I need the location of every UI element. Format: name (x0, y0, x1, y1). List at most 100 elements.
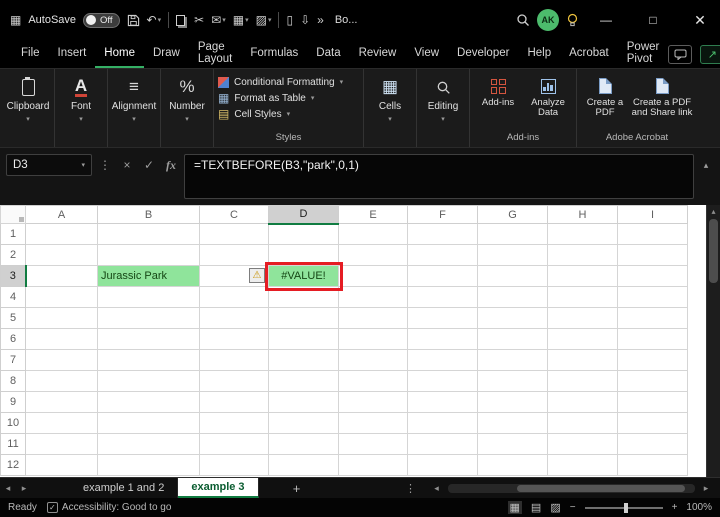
col-header-C[interactable]: C (199, 205, 269, 224)
cell-D7[interactable] (268, 349, 339, 371)
cell-F11[interactable] (407, 433, 478, 455)
cell-G6[interactable] (477, 328, 548, 350)
confirm-entry-button[interactable]: ✓ (140, 154, 158, 176)
row-header-5[interactable]: 5 (0, 307, 26, 329)
add-sheet-button[interactable]: + (285, 478, 309, 498)
cell-B4[interactable] (97, 286, 200, 308)
col-header-F[interactable]: F (407, 205, 478, 224)
cell-E6[interactable] (338, 328, 408, 350)
row-header-12[interactable]: 12 (0, 454, 26, 476)
cell-A1[interactable] (25, 223, 98, 245)
group-clipboard[interactable]: Clipboard ▾ (2, 69, 55, 147)
group-font[interactable]: A Font ▾ (55, 69, 108, 147)
tab-draw[interactable]: Draw (144, 40, 189, 68)
cell-H12[interactable] (547, 454, 618, 476)
page-layout-view-button[interactable]: ▤ (531, 501, 541, 514)
cell-I8[interactable] (617, 370, 688, 392)
overflow-chevron-icon[interactable]: » (317, 13, 324, 27)
cell-F7[interactable] (407, 349, 478, 371)
app-launcher-icon[interactable]: ▦ (10, 13, 21, 27)
add-ins-button[interactable]: Add-ins (474, 74, 522, 131)
page-break-view-button[interactable]: ▨ (550, 501, 560, 514)
cell-E2[interactable] (338, 244, 408, 266)
tab-review[interactable]: Review (350, 40, 406, 68)
cell-D1[interactable] (268, 223, 339, 245)
row-header-10[interactable]: 10 (0, 412, 26, 434)
cell-B12[interactable] (97, 454, 200, 476)
cell-B6[interactable] (97, 328, 200, 350)
cell-I1[interactable] (617, 223, 688, 245)
cell-C12[interactable] (199, 454, 269, 476)
cell-B2[interactable] (97, 244, 200, 266)
cell-I6[interactable] (617, 328, 688, 350)
cell-F6[interactable] (407, 328, 478, 350)
accessibility-status[interactable]: ✓ Accessibility: Good to go (46, 502, 171, 513)
comments-button[interactable] (668, 44, 693, 64)
col-header-B[interactable]: B (97, 205, 200, 224)
cell-I12[interactable] (617, 454, 688, 476)
row-header-3[interactable]: 3 (0, 265, 27, 287)
normal-view-button[interactable]: ▦ (507, 501, 522, 514)
row-header-8[interactable]: 8 (0, 370, 26, 392)
formula-input[interactable]: =TEXTBEFORE(B3,"park",0,1) (184, 154, 694, 199)
cell-C6[interactable] (199, 328, 269, 350)
cell-D9[interactable] (268, 391, 339, 413)
conditional-formatting-button[interactable]: Conditional Formatting ▾ (218, 74, 343, 90)
cell-C10[interactable] (199, 412, 269, 434)
tab-help[interactable]: Help (518, 40, 560, 68)
cell-C11[interactable] (199, 433, 269, 455)
cell-H2[interactable] (547, 244, 618, 266)
tab-data[interactable]: Data (307, 40, 349, 68)
error-warning-icon[interactable]: ⚠ (249, 268, 265, 283)
cell-H9[interactable] (547, 391, 618, 413)
cell-C2[interactable] (199, 244, 269, 266)
cell-H4[interactable] (547, 286, 618, 308)
copy-icon[interactable] (176, 14, 187, 26)
group-editing[interactable]: Editing ▾ (417, 69, 470, 147)
cell-H7[interactable] (547, 349, 618, 371)
cell-D10[interactable] (268, 412, 339, 434)
cell-D12[interactable] (268, 454, 339, 476)
cell-E11[interactable] (338, 433, 408, 455)
cell-E10[interactable] (338, 412, 408, 434)
cell-styles-button[interactable]: ▤ Cell Styles ▾ (218, 106, 290, 122)
col-header-G[interactable]: G (477, 205, 548, 224)
cell-F4[interactable] (407, 286, 478, 308)
cell-B5[interactable] (97, 307, 200, 329)
cell-I7[interactable] (617, 349, 688, 371)
col-header-H[interactable]: H (547, 205, 618, 224)
zoom-level[interactable]: 100% (686, 502, 712, 513)
tab-formulas[interactable]: Formulas (241, 40, 307, 68)
vertical-scroll-thumb[interactable] (709, 219, 718, 283)
cell-B10[interactable] (97, 412, 200, 434)
tab-acrobat[interactable]: Acrobat (560, 40, 618, 68)
sheet-tab-example-1-and-2[interactable]: example 1 and 2 (70, 478, 179, 498)
fill-tool-icon[interactable]: ▨ ▾ (256, 13, 272, 27)
cell-G10[interactable] (477, 412, 548, 434)
row-header-1[interactable]: 1 (0, 223, 26, 245)
cell-E12[interactable] (338, 454, 408, 476)
cell-A10[interactable] (25, 412, 98, 434)
analyze-data-button[interactable]: Analyze Data (524, 74, 572, 131)
group-cells[interactable]: ▦ Cells ▾ (364, 69, 417, 147)
cell-A6[interactable] (25, 328, 98, 350)
cell-D4[interactable] (268, 286, 339, 308)
cell-H1[interactable] (547, 223, 618, 245)
cell-D3[interactable]: #VALUE! (264, 261, 343, 291)
cell-C9[interactable] (199, 391, 269, 413)
cell-I3[interactable] (617, 265, 688, 287)
undo-button[interactable]: ↶ ▾ (147, 13, 162, 27)
prev-sheet-icon[interactable]: ◂ (0, 478, 16, 498)
cell-D11[interactable] (268, 433, 339, 455)
group-alignment[interactable]: ≡ Alignment ▾ (108, 69, 161, 147)
cell-G11[interactable] (477, 433, 548, 455)
cell-I11[interactable] (617, 433, 688, 455)
share-button[interactable]: ↗ (700, 44, 720, 64)
cell-H3[interactable] (547, 265, 618, 287)
col-header-I[interactable]: I (617, 205, 688, 224)
cell-B7[interactable] (97, 349, 200, 371)
tab-developer[interactable]: Developer (448, 40, 518, 68)
cell-A11[interactable] (25, 433, 98, 455)
cell-G7[interactable] (477, 349, 548, 371)
cell-F1[interactable] (407, 223, 478, 245)
